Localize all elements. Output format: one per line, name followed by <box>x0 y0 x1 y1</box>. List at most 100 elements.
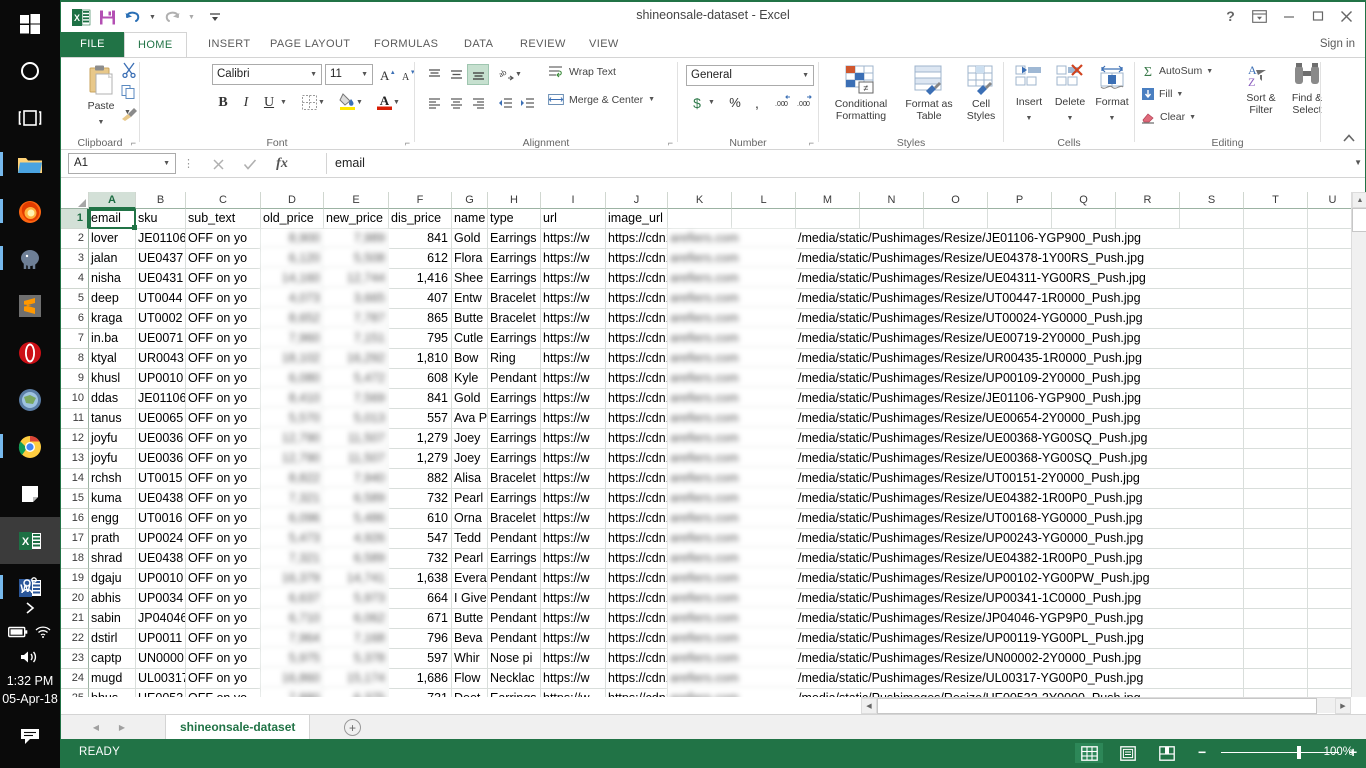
increase-decimal-button[interactable]: .00 0 <box>772 91 794 112</box>
cell[interactable]: UT0016 <box>136 509 186 529</box>
cell[interactable]: OFF on yo <box>186 329 261 349</box>
cell[interactable]: OFF on yo <box>186 369 261 389</box>
row-header-8[interactable]: 8 <box>61 349 89 369</box>
new-sheet-button[interactable]: + <box>344 719 361 736</box>
cell[interactable]: UP0011 <box>136 629 186 649</box>
horizontal-scroll-thumb[interactable] <box>877 698 1317 714</box>
cortana-button[interactable] <box>0 47 60 94</box>
tray-expand-button[interactable] <box>0 595 60 621</box>
cell[interactable]: JE01106 <box>136 389 186 409</box>
page-layout-view-button[interactable] <box>1114 743 1142 763</box>
cell[interactable]: /media/static/Pushimages/Resize/UE00654-… <box>796 409 1196 429</box>
cell[interactable]: rchsh <box>89 469 136 489</box>
cell[interactable]: 7,964 <box>261 629 324 649</box>
cell[interactable] <box>1052 209 1116 229</box>
cell[interactable]: UN0000 <box>136 649 186 669</box>
cell[interactable]: 15,174 <box>324 669 389 689</box>
collapse-ribbon-button[interactable] <box>1342 132 1356 146</box>
battery-icon[interactable] <box>7 626 28 641</box>
cell[interactable]: dis_price <box>389 209 452 229</box>
cell[interactable]: 841 <box>389 389 452 409</box>
cell[interactable] <box>1244 249 1308 269</box>
format-cells-button[interactable]: Format ▼ <box>1092 64 1132 123</box>
cell[interactable]: 7,787 <box>324 309 389 329</box>
cell[interactable]: arefiers.com <box>668 249 796 269</box>
column-header-F[interactable]: F <box>389 192 452 209</box>
italic-button[interactable]: I <box>235 92 257 113</box>
cell[interactable]: 5,486 <box>324 509 389 529</box>
cell[interactable]: Earrings <box>488 229 541 249</box>
row-header-20[interactable]: 20 <box>61 589 89 609</box>
fill-button[interactable]: Fill ▼ <box>1141 87 1183 101</box>
cell[interactable]: /media/static/Pushimages/Resize/UL00317-… <box>796 669 1196 689</box>
cell[interactable] <box>1180 369 1244 389</box>
cell[interactable] <box>1244 649 1308 669</box>
format-dropdown-arrow[interactable]: ▼ <box>1109 115 1116 122</box>
cell[interactable]: 1,279 <box>389 429 452 449</box>
cell[interactable]: arefiers.com <box>668 649 796 669</box>
cell[interactable]: 12,744 <box>324 269 389 289</box>
cell[interactable]: arefiers.com <box>668 589 796 609</box>
tab-file[interactable]: FILE <box>61 32 124 57</box>
cell[interactable]: UE0065 <box>136 409 186 429</box>
cell-styles-button[interactable]: Cell Styles <box>959 64 1003 122</box>
cell[interactable]: /media/static/Pushimages/Resize/UN00002-… <box>796 649 1196 669</box>
increase-font-size-button[interactable]: A <box>377 64 399 85</box>
cell[interactable]: 12,790 <box>261 449 324 469</box>
cell[interactable] <box>1244 629 1308 649</box>
percent-format-button[interactable]: % <box>724 92 746 113</box>
cell[interactable]: Tedd <box>452 529 488 549</box>
cell[interactable]: 597 <box>389 649 452 669</box>
merge-center-button[interactable]: Merge & Center ▼ <box>548 92 655 107</box>
clipboard-dialog-launcher[interactable]: ⌐ <box>131 138 136 148</box>
cell[interactable]: https://cdn12 <box>606 529 668 549</box>
tab-insert[interactable]: INSERT <box>195 32 264 57</box>
cell[interactable]: https://cdn12 <box>606 469 668 489</box>
cell[interactable]: 16,292 <box>324 349 389 369</box>
cell[interactable]: 796 <box>389 629 452 649</box>
cell[interactable]: OFF on yo <box>186 309 261 329</box>
file-explorer-button[interactable] <box>0 141 60 188</box>
name-box[interactable]: A1 ▼ <box>68 153 176 174</box>
scroll-up-button[interactable]: ▲ <box>1352 192 1366 208</box>
postgresql-button[interactable] <box>0 235 60 282</box>
cell[interactable]: mugd <box>89 669 136 689</box>
normal-view-button[interactable] <box>1075 743 1103 763</box>
tab-page-layout[interactable]: PAGE LAYOUT <box>257 32 363 57</box>
row-header-1[interactable]: 1 <box>61 209 89 229</box>
cell[interactable]: OFF on yo <box>186 509 261 529</box>
cell[interactable] <box>1244 669 1308 689</box>
underline-button[interactable]: U <box>258 92 280 113</box>
cell[interactable]: prath <box>89 529 136 549</box>
cell[interactable]: 7,569 <box>324 389 389 409</box>
cell[interactable]: /media/static/Pushimages/Resize/UT00024-… <box>796 309 1196 329</box>
cell[interactable]: https://cdn12 <box>606 569 668 589</box>
cell[interactable]: OFF on yo <box>186 389 261 409</box>
cell[interactable]: 14,741 <box>324 569 389 589</box>
cell[interactable]: https://w <box>541 349 606 369</box>
cell[interactable]: 7,321 <box>261 489 324 509</box>
cell[interactable]: Alisa <box>452 469 488 489</box>
cell[interactable] <box>1244 309 1308 329</box>
cell[interactable]: /media/static/Pushimages/Resize/UP00119-… <box>796 629 1196 649</box>
cell[interactable]: https://cdn12 <box>606 589 668 609</box>
cell[interactable]: /media/static/Pushimages/Resize/UE00719-… <box>796 329 1196 349</box>
cell[interactable] <box>1244 389 1308 409</box>
row-header-22[interactable]: 22 <box>61 629 89 649</box>
cell[interactable]: OFF on yo <box>186 649 261 669</box>
cell[interactable]: OFF on yo <box>186 409 261 429</box>
cell[interactable]: old_price <box>261 209 324 229</box>
cell[interactable]: dgaju <box>89 569 136 589</box>
cell[interactable]: UE0071 <box>136 329 186 349</box>
cell[interactable]: JE01106 <box>136 229 186 249</box>
cell[interactable]: UP0034 <box>136 589 186 609</box>
cell[interactable]: 1,810 <box>389 349 452 369</box>
clear-dropdown[interactable]: ▼ <box>1189 114 1196 121</box>
cell[interactable]: Bracelet <box>488 509 541 529</box>
column-header-B[interactable]: B <box>136 192 186 209</box>
cell[interactable]: 11,507 <box>324 449 389 469</box>
cell[interactable]: 4,073 <box>261 289 324 309</box>
start-button[interactable] <box>0 0 60 47</box>
cell[interactable] <box>1180 449 1244 469</box>
chrome-button[interactable] <box>0 423 60 470</box>
